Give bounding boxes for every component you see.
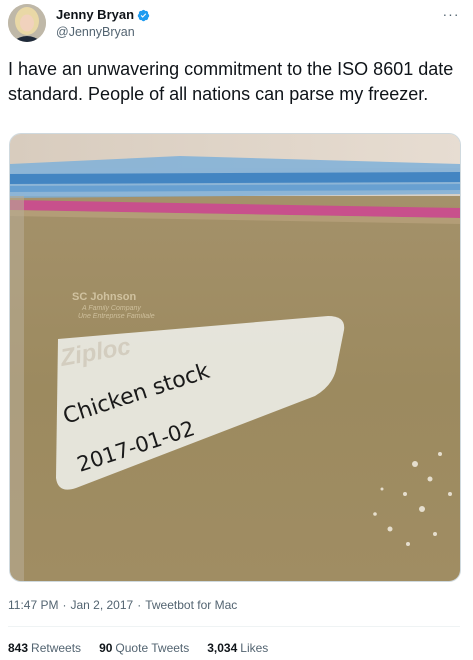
quote-tweets-stat[interactable]: 90 Quote Tweets: [99, 640, 189, 656]
tweet-photo[interactable]: SC Johnson A Family Company Une Entrepri…: [9, 133, 461, 582]
likes-count: 3,034: [207, 641, 238, 655]
tweet-time[interactable]: 11:47 PM: [8, 597, 58, 613]
retweets-count: 843: [8, 641, 29, 655]
author-handle[interactable]: @JennyBryan: [56, 24, 135, 40]
bag-tagline-1: A Family Company: [81, 305, 141, 312]
tweet-meta: 11:47 PM · Jan 2, 2017 · Tweetbot for Ma…: [8, 597, 237, 613]
tweet-header: Jenny Bryan @JennyBryan ···: [8, 4, 465, 46]
tweet-stats: 843 Retweets 90 Quote Tweets 3,034 Likes: [8, 640, 268, 656]
retweets-label: Retweets: [31, 641, 82, 655]
retweets-stat[interactable]: 843 Retweets: [8, 640, 81, 656]
avatar[interactable]: [8, 4, 46, 42]
likes-stat[interactable]: 3,034 Likes: [207, 640, 268, 656]
bag-brand-text: SC Johnson: [72, 291, 136, 303]
author-name-row[interactable]: Jenny Bryan: [56, 7, 150, 23]
author-name[interactable]: Jenny Bryan: [56, 7, 134, 23]
quote-tweets-count: 90: [99, 641, 113, 655]
divider: [8, 626, 460, 627]
verified-badge-icon: [137, 9, 150, 21]
tweet-date[interactable]: Jan 2, 2017: [70, 597, 133, 613]
meta-separator: ·: [62, 598, 67, 612]
tweet-source[interactable]: Tweetbot for Mac: [145, 597, 237, 613]
tweet-text: I have an unwavering commitment to the I…: [8, 59, 454, 104]
quote-tweets-label: Quote Tweets: [115, 641, 190, 655]
bag-tagline-2: Une Entreprise Familiale: [78, 313, 155, 320]
meta-separator: ·: [137, 598, 142, 612]
likes-label: Likes: [240, 641, 269, 655]
more-horizontal-icon[interactable]: ···: [439, 6, 463, 22]
